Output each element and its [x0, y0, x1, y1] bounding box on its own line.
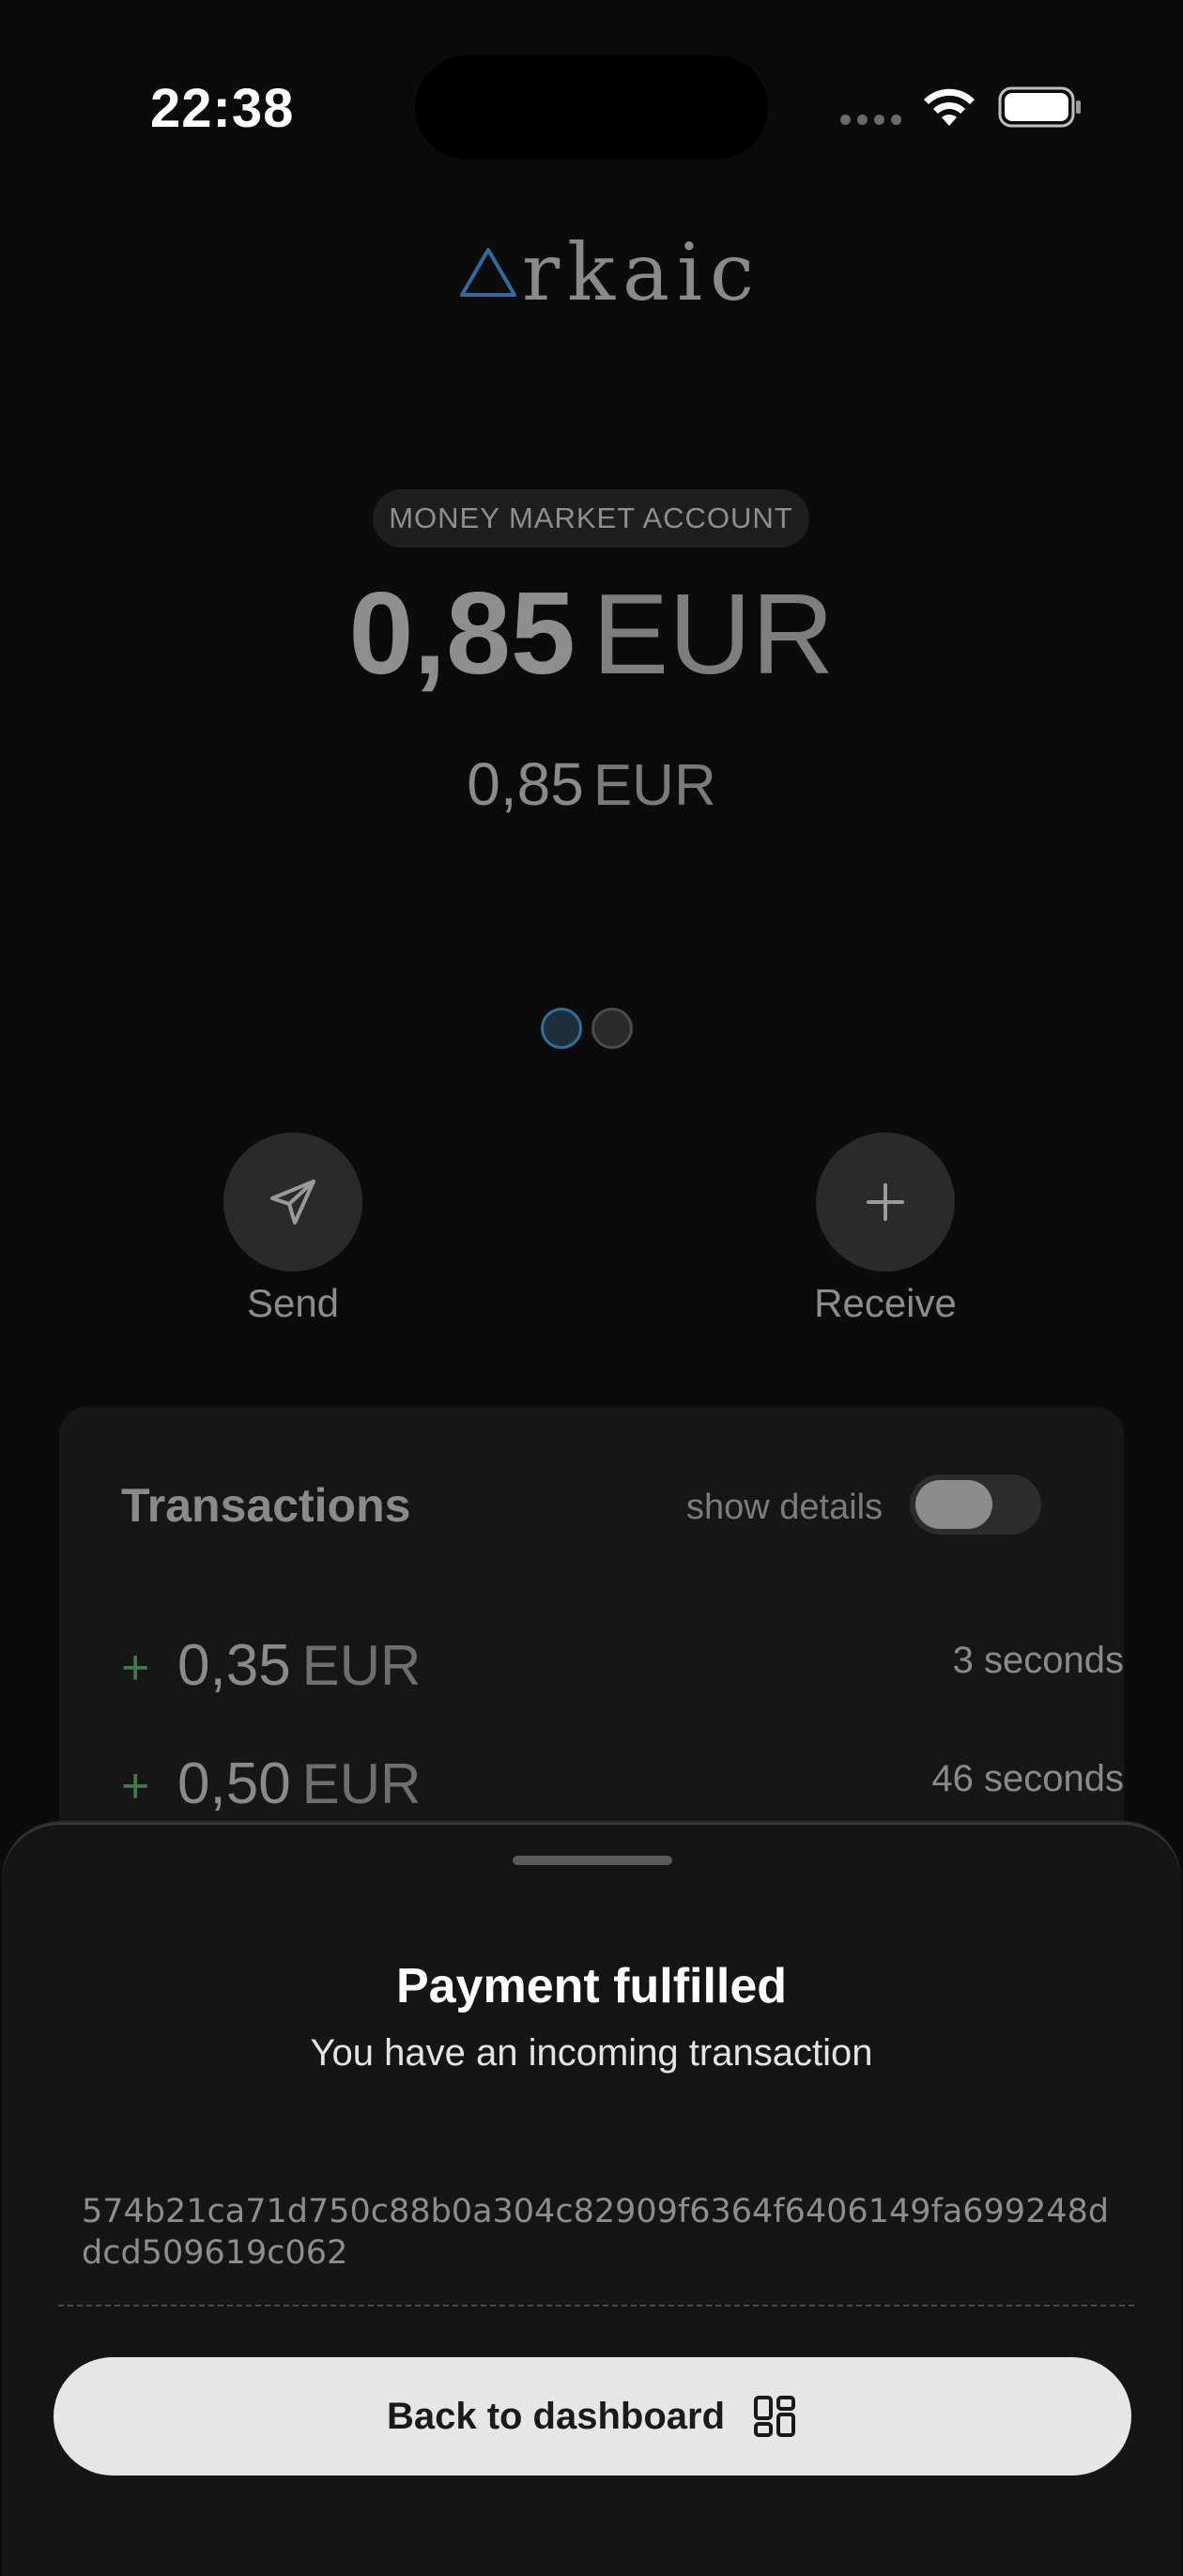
receive-label: Receive	[814, 1281, 957, 1325]
receive-button[interactable]: Receive	[791, 1133, 979, 1326]
send-button[interactable]: Send	[199, 1133, 387, 1326]
transaction-row[interactable]: + 0,35 EUR 3 seconds	[121, 1630, 1124, 1705]
transaction-currency: EUR	[301, 1752, 422, 1815]
logo-triangle-icon	[460, 248, 516, 297]
transaction-currency: EUR	[301, 1634, 422, 1697]
paper-plane-icon	[270, 1180, 315, 1225]
dashboard-grid-icon	[754, 2396, 796, 2437]
sheet-subtitle: You have an incoming transaction	[310, 2032, 873, 2074]
app-screen: 22:38 rkaic MONEY MARKET ACCOUNT 0,85 EUR…	[0, 0, 1183, 2576]
toggle-knob	[915, 1480, 992, 1529]
send-label: Send	[246, 1281, 340, 1325]
secondary-balance-currency: EUR	[592, 753, 716, 818]
wifi-icon	[924, 88, 975, 126]
account-balance: 0,85 EUR	[0, 573, 1183, 731]
app-logo: rkaic	[458, 225, 761, 319]
receive-circle[interactable]	[816, 1133, 955, 1272]
transaction-sign: +	[121, 1759, 150, 1813]
transaction-hash: 574b21ca71d750c88b0a304c82909f6364f64061…	[82, 2193, 1110, 2272]
page-dot-2[interactable]	[592, 1008, 633, 1049]
back-to-dashboard-label: Back to dashboard	[386, 2395, 726, 2437]
battery-icon	[998, 86, 1081, 128]
plus-icon	[867, 1183, 904, 1221]
sheet-grabber[interactable]	[513, 1856, 672, 1865]
show-details-toggle[interactable]	[910, 1474, 1041, 1535]
divider	[58, 2305, 1134, 2306]
transaction-sign: +	[121, 1641, 150, 1695]
status-time: 22:38	[150, 78, 295, 139]
transaction-row[interactable]: + 0,50 EUR 46 seconds	[121, 1749, 1124, 1824]
transaction-amount: 0,35 EUR	[177, 1633, 422, 1698]
sheet-title: Payment fulfilled	[395, 1959, 788, 2013]
transactions-card: Transactions show details + 0,35 EUR 3 se…	[59, 1407, 1124, 1876]
dynamic-island	[415, 55, 768, 160]
page-indicator	[541, 1008, 633, 1049]
show-details-label: show details	[686, 1488, 883, 1527]
transactions-title: Transactions	[121, 1479, 411, 1532]
payment-bottom-sheet: Payment fulfilled You have an incoming t…	[2, 1823, 1181, 2576]
balance-amount: 0,85	[348, 569, 576, 699]
transaction-amount: 0,50 EUR	[177, 1751, 422, 1816]
page-dot-1[interactable]	[541, 1008, 582, 1049]
secondary-balance-amount: 0,85	[467, 750, 584, 818]
transaction-time: 46 seconds	[931, 1758, 1124, 1799]
account-type-badge: MONEY MARKET ACCOUNT	[373, 489, 809, 548]
send-circle[interactable]	[223, 1133, 362, 1272]
cellular-signal-icon	[840, 115, 901, 125]
balance-currency: EUR	[592, 570, 835, 698]
transaction-time: 3 seconds	[952, 1640, 1124, 1681]
secondary-balance: 0,85 EUR	[0, 747, 1183, 839]
back-to-dashboard-button[interactable]: Back to dashboard	[54, 2357, 1131, 2476]
logo-text: rkaic	[522, 226, 762, 318]
